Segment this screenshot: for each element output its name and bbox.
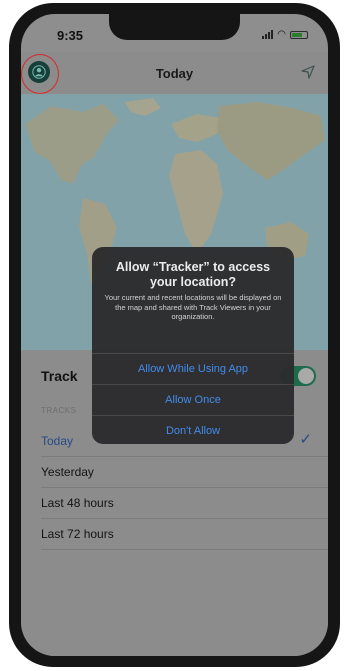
- checkmark-icon: ✓: [299, 431, 312, 448]
- list-item-label: Last 48 hours: [41, 496, 114, 510]
- phone-frame: 9:35 ◠ Today Track TRACKS Today ✓ Yester…: [9, 3, 340, 667]
- cellular-signal-icon: [262, 30, 274, 39]
- status-icons: ◠: [262, 29, 308, 40]
- alert-title: Allow “Tracker” to access your location?: [115, 260, 271, 289]
- list-item-label: Last 72 hours: [41, 527, 114, 541]
- allow-while-using-app-button[interactable]: Allow While Using App: [92, 353, 294, 384]
- nav-bar: Today: [21, 52, 328, 94]
- list-item-label: Yesterday: [41, 465, 94, 479]
- dont-allow-button[interactable]: Don't Allow: [92, 415, 294, 444]
- list-item-label: Today: [41, 434, 74, 448]
- status-time: 9:35: [57, 28, 84, 43]
- location-arrow-icon: [301, 65, 315, 79]
- location-arrow-button[interactable]: [300, 64, 316, 85]
- list-item[interactable]: Last 48 hours: [41, 488, 328, 519]
- location-permission-alert: Allow “Tracker” to access your location?…: [92, 247, 294, 444]
- battery-icon: [290, 30, 308, 39]
- track-label: Track: [41, 368, 78, 384]
- section-header: TRACKS: [41, 406, 77, 415]
- list-item[interactable]: Last 72 hours: [41, 519, 328, 550]
- allow-once-button[interactable]: Allow Once: [92, 384, 294, 415]
- app-screen: 9:35 ◠ Today Track TRACKS Today ✓ Yester…: [21, 14, 328, 656]
- page-title: Today: [155, 66, 194, 81]
- wifi-icon: ◠: [277, 29, 286, 40]
- list-item[interactable]: Yesterday: [41, 457, 328, 488]
- alert-message: Your current and recent locations will b…: [104, 293, 282, 321]
- notch: [109, 14, 240, 40]
